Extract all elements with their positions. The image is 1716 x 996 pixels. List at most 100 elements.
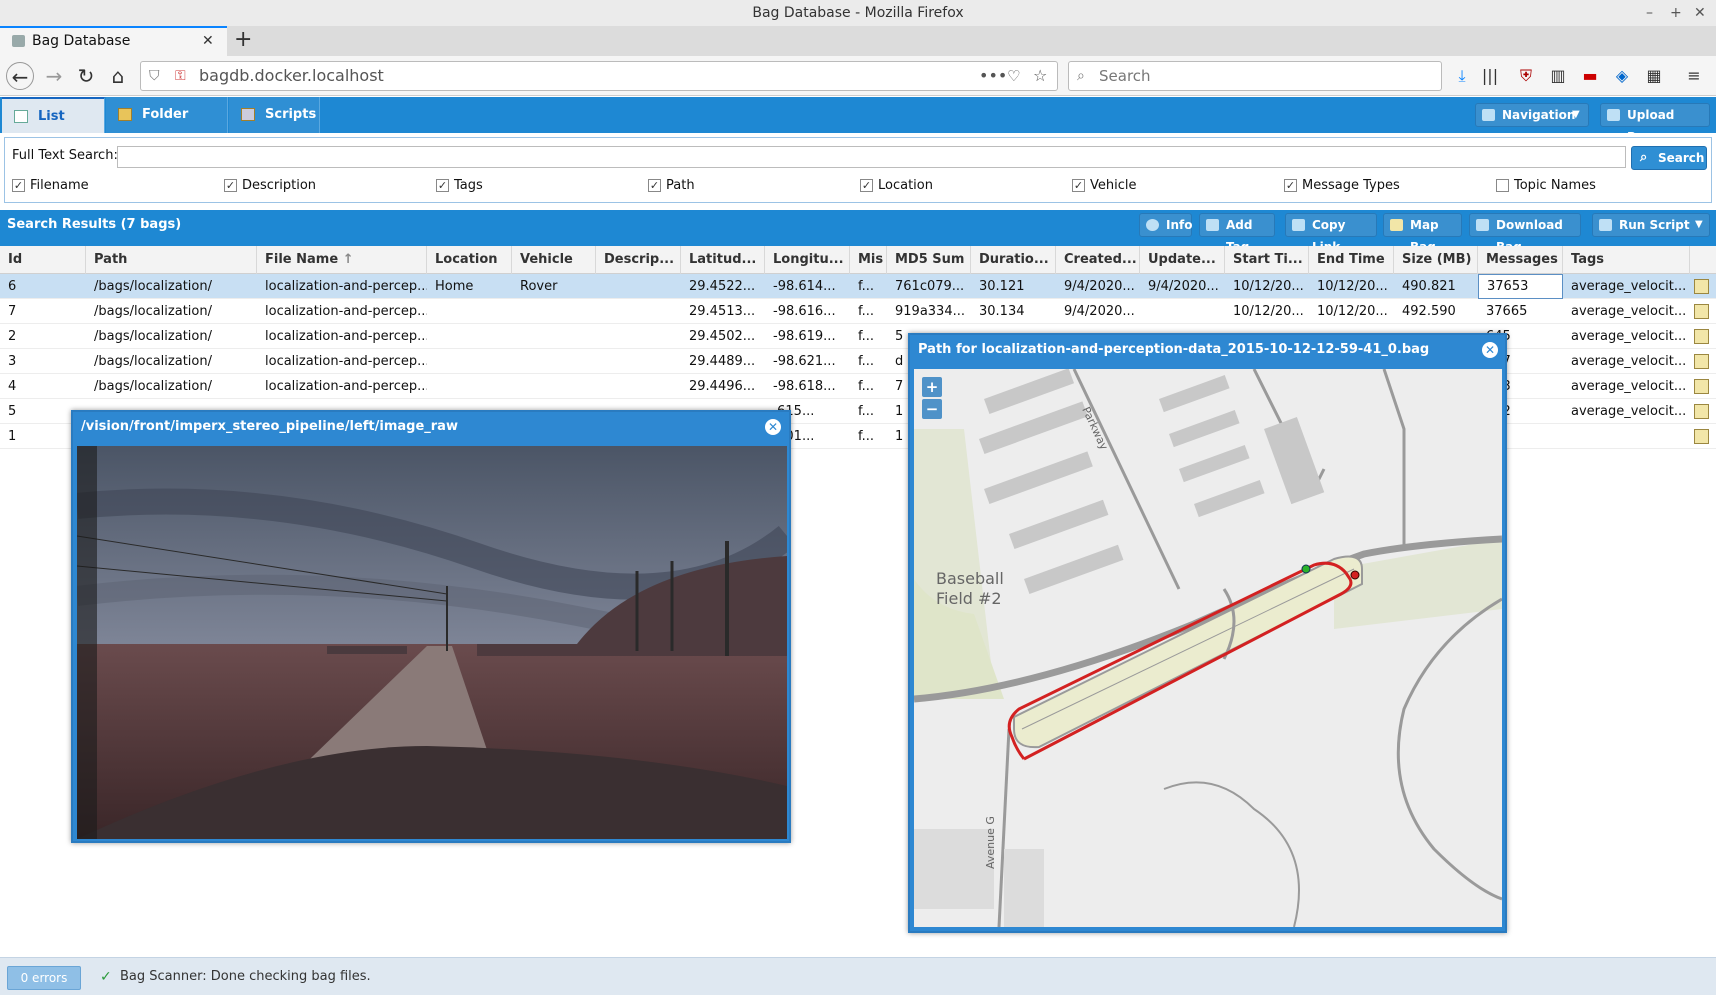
column-header[interactable]: Messages (1478, 246, 1563, 274)
column-header[interactable]: Tags (1563, 246, 1690, 274)
sidebar-icon[interactable]: ▥ (1548, 66, 1568, 86)
checkbox-location[interactable]: ✓ Location (860, 178, 933, 194)
map-bag-icon[interactable] (1694, 354, 1709, 369)
maximize-icon[interactable]: + (1670, 0, 1682, 26)
container-icon[interactable]: ◈ (1612, 66, 1632, 86)
close-tab-icon[interactable]: ✕ (202, 28, 214, 54)
ublock-icon[interactable]: ⛨ (1516, 66, 1536, 86)
tab-title: Bag Database (32, 33, 131, 49)
map-window-title: Path for localization-and-perception-dat… (918, 342, 1430, 357)
back-icon[interactable]: ← (6, 62, 34, 90)
table-cell: 490.821 (1402, 279, 1456, 294)
table-cell: -98.614... (773, 279, 836, 294)
close-icon[interactable]: ✕ (1482, 342, 1498, 358)
checkbox-tags[interactable]: ✓ Tags (436, 178, 483, 194)
download-icon (1476, 219, 1489, 231)
map-bag-icon[interactable] (1694, 404, 1709, 419)
table-cell (427, 299, 512, 324)
map-view[interactable]: Baseball Field #2 Parkway Avenue G (914, 369, 1502, 927)
checkbox-path[interactable]: ✓ Path (648, 178, 695, 194)
browser-tab[interactable]: Bag Database ✕ (0, 26, 227, 56)
column-header[interactable]: Id (0, 246, 86, 274)
table-cell: average_velocit... (1571, 404, 1687, 419)
column-header[interactable]: Update... (1140, 246, 1225, 274)
page-actions-icon[interactable]: ••• (979, 62, 1007, 90)
column-header[interactable]: MD5 Sum (887, 246, 971, 274)
home-icon[interactable]: ⌂ (104, 62, 132, 90)
column-header[interactable]: Size (MB) (1394, 246, 1478, 274)
checkbox-vehicle[interactable]: ✓ Vehicle (1072, 178, 1137, 194)
map-window[interactable]: Path for localization-and-perception-dat… (908, 333, 1507, 933)
checkbox-label: Tags (454, 178, 483, 193)
info-button[interactable]: Info (1139, 213, 1192, 237)
map-bag-icon[interactable] (1694, 429, 1709, 444)
table-cell: 29.4502... (689, 329, 756, 344)
add-tag-button[interactable]: Add Tag (1199, 213, 1275, 254)
minimize-icon[interactable]: – (1646, 0, 1653, 26)
new-tab-icon[interactable]: + (234, 26, 252, 54)
upload-bags-button[interactable]: Upload Bags (1600, 103, 1710, 144)
map-bag-icon[interactable] (1694, 304, 1709, 319)
tab-folder-view[interactable]: Folder View (106, 97, 228, 158)
pocket-icon[interactable]: ♡ (1007, 62, 1020, 90)
table-row[interactable]: 7/bags/localization/localization-and-per… (0, 299, 1716, 324)
table-cell: 29.4522... (689, 279, 756, 294)
copy-link-button[interactable]: Copy Link (1285, 213, 1377, 254)
table-row[interactable]: 6/bags/localization/localization-and-per… (0, 274, 1716, 299)
column-header[interactable]: Location (427, 246, 512, 274)
column-header[interactable]: Duratio... (971, 246, 1056, 274)
map-label: Field #2 (936, 589, 1002, 608)
map-bag-icon[interactable] (1694, 329, 1709, 344)
checkbox-topic-names[interactable]: Topic Names (1496, 178, 1596, 194)
full-text-search-input[interactable] (117, 146, 1626, 168)
full-text-search-label: Full Text Search: (12, 148, 118, 163)
zoom-in-button[interactable]: + (922, 377, 942, 397)
column-header[interactable]: Start Ti... (1225, 246, 1309, 274)
column-header[interactable]: Longitu... (765, 246, 850, 274)
forward-icon[interactable]: → (40, 62, 68, 90)
map-label: Baseball (936, 569, 1004, 588)
column-header[interactable]: Latitud... (681, 246, 765, 274)
checkbox-message-types[interactable]: ✓ Message Types (1284, 178, 1400, 194)
downloads-icon[interactable]: ⤓ (1452, 66, 1472, 86)
column-header[interactable]: Vehicle (512, 246, 596, 274)
zoom-out-button[interactable]: − (922, 399, 942, 419)
table-cell: average_velocit... (1571, 379, 1687, 394)
close-icon[interactable]: ✕ (765, 419, 781, 435)
checkbox-description[interactable]: ✓ Description (224, 178, 316, 194)
table-cell: 37653 (1478, 274, 1563, 299)
navigation-label: Navigation (1502, 108, 1576, 122)
table-cell: f... (858, 429, 875, 444)
column-header[interactable]: Mis (850, 246, 887, 274)
download-bag-button[interactable]: Download Bag (1469, 213, 1581, 254)
column-header[interactable]: Created... (1056, 246, 1140, 274)
reload-icon[interactable]: ↻ (72, 62, 100, 90)
tab-list-view[interactable]: List View (2, 97, 105, 160)
image-viewer-window[interactable]: /vision/front/imperx_stereo_pipeline/lef… (71, 410, 791, 843)
column-header[interactable]: End Time (1309, 246, 1394, 274)
column-header[interactable]: Path (86, 246, 257, 274)
column-header[interactable]: Descrip... (596, 246, 681, 274)
run-script-button[interactable]: Run Script ▼ (1592, 213, 1710, 237)
extension-icon[interactable]: ▬ (1580, 66, 1600, 86)
bars-icon[interactable]: ▦ (1644, 66, 1664, 86)
checkbox-filename[interactable]: ✓ Filename (12, 178, 89, 194)
url-bar[interactable]: ⛉ ⚿ bagdb.docker.localhost ••• ♡ ☆ (140, 61, 1058, 91)
bookmark-star-icon[interactable]: ☆ (1033, 62, 1047, 90)
library-icon[interactable]: ||| (1480, 66, 1500, 86)
tab-scripts[interactable]: Scripts (229, 97, 320, 133)
menu-icon[interactable]: ≡ (1684, 66, 1704, 86)
column-header-file-name[interactable]: File Name ↑ (257, 246, 427, 274)
close-window-icon[interactable]: ✕ (1694, 0, 1706, 26)
navigation-button[interactable]: Navigation ▼ (1475, 103, 1589, 127)
map-bag-icon[interactable] (1694, 379, 1709, 394)
errors-button[interactable]: 0 errors (7, 966, 81, 990)
map-bag-button[interactable]: Map Bag (1383, 213, 1462, 254)
checkbox-label: Location (878, 178, 933, 193)
table-cell: /bags/localization/ (94, 329, 212, 344)
browser-search-input[interactable]: ⌕ Search (1068, 61, 1442, 91)
table-cell: localization-and-percep... (265, 279, 427, 294)
checkbox-icon: ✓ (1072, 179, 1085, 192)
map-bag-icon[interactable] (1694, 279, 1709, 294)
search-button[interactable]: ⌕ Search (1631, 146, 1707, 170)
